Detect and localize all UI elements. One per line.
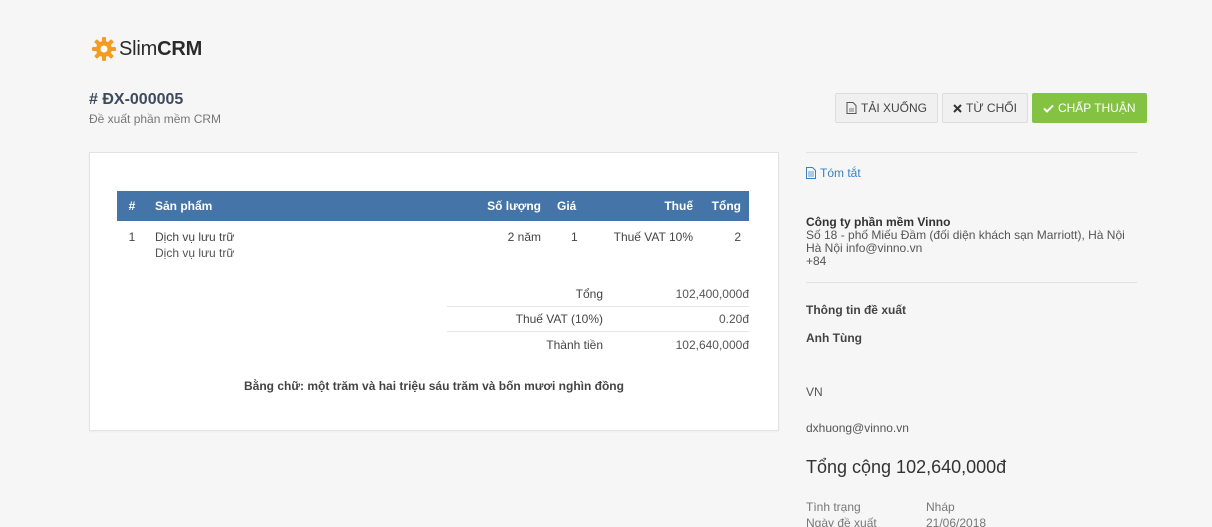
date-label: Ngày đề xuất bbox=[806, 516, 877, 527]
row-price: 1 bbox=[571, 230, 578, 244]
col-product: Sản phẩm bbox=[155, 199, 213, 213]
date-value: 21/06/2018 bbox=[926, 516, 987, 527]
proposal-header: # ĐX-000005 Đề xuất phần mềm CRM bbox=[89, 91, 221, 126]
status-value: Nháp bbox=[926, 500, 955, 514]
proposal-number: # ĐX-000005 bbox=[89, 91, 184, 108]
row-quantity: 2 năm bbox=[507, 230, 541, 244]
check-icon bbox=[1043, 104, 1054, 113]
country: VN bbox=[806, 385, 823, 399]
divider bbox=[806, 152, 1137, 153]
col-total: Tổng bbox=[711, 199, 741, 213]
close-icon bbox=[953, 103, 962, 113]
row-product: Dịch vụ lưu trữ Dịch vụ lưu trữ bbox=[147, 221, 477, 260]
company-phone: +84 bbox=[806, 254, 827, 268]
logo: SlimCRM bbox=[91, 36, 202, 62]
row-tax: Thuế VAT 10% bbox=[613, 230, 693, 244]
pdf-file-icon bbox=[846, 102, 857, 114]
approve-button[interactable]: CHẤP THUẬN bbox=[1031, 93, 1147, 123]
row-index: 1 bbox=[128, 230, 136, 244]
contact-person: Anh Tùng bbox=[806, 331, 862, 345]
company-info: Công ty phần mềm Vinno Số 18 - phố Miếu … bbox=[806, 216, 1137, 268]
gear-logo-icon bbox=[91, 36, 117, 62]
brand-name: SlimCRM bbox=[119, 37, 203, 60]
col-quantity: Số lượng bbox=[487, 199, 541, 213]
proposal-meta: Tình trạng Nháp Ngày đề xuất 21/06/2018 bbox=[806, 500, 1137, 527]
table-header-row: # Sản phẩm Số lượng Giá Thuế Tổng bbox=[117, 191, 749, 221]
col-index: # bbox=[128, 199, 136, 213]
proposal-card: # Sản phẩm Số lượng Giá Thuế Tổng 1 Dịch… bbox=[89, 152, 779, 431]
download-button[interactable]: TẢI XUỐNG bbox=[835, 93, 939, 123]
totals-block: Tổng 102,400,000đ Thuế VAT (10%) 0.20đ T… bbox=[447, 282, 749, 357]
company-contact: Hà Nội info@vinno.vn bbox=[806, 241, 923, 255]
product-name: Dịch vụ lưu trữ bbox=[155, 230, 235, 244]
proposal-subtitle: Đề xuất phần mềm CRM bbox=[89, 112, 222, 126]
col-price: Giá bbox=[557, 199, 577, 213]
product-description: Dịch vụ lưu trữ bbox=[155, 246, 235, 260]
status-label: Tình trạng bbox=[806, 500, 861, 514]
row-total: 2 bbox=[734, 230, 741, 244]
items-table: # Sản phẩm Số lượng Giá Thuế Tổng 1 Dịch… bbox=[117, 191, 749, 260]
document-icon bbox=[806, 167, 816, 179]
tax-row: Thuế VAT (10%) 0.20đ bbox=[447, 307, 749, 332]
subtotal-row: Tổng 102,400,000đ bbox=[447, 282, 749, 307]
summary-sidebar: Tóm tắt Công ty phần mềm Vinno Số 18 - p… bbox=[806, 152, 1137, 527]
grand-total-row: Thành tiền 102,640,000đ bbox=[546, 337, 749, 352]
table-row: 1 Dịch vụ lưu trữ Dịch vụ lưu trữ 2 năm … bbox=[117, 221, 749, 260]
summary-link[interactable]: Tóm tắt bbox=[806, 166, 1137, 180]
col-tax: Thuế bbox=[664, 199, 693, 213]
grand-total-summary: Tổng cộng 102,640,000đ bbox=[806, 457, 1007, 477]
amount-in-words: Bằng chữ: một trăm và hai triệu sáu trăm… bbox=[244, 379, 624, 393]
reject-button[interactable]: TỪ CHỐI bbox=[942, 93, 1028, 123]
divider bbox=[806, 282, 1137, 283]
action-bar: TẢI XUỐNG TỪ CHỐI CHẤP THUẬN bbox=[835, 93, 1147, 123]
contact-email: dxhuong@vinno.vn bbox=[806, 421, 909, 435]
proposal-info-title: Thông tin đề xuất bbox=[806, 303, 906, 317]
